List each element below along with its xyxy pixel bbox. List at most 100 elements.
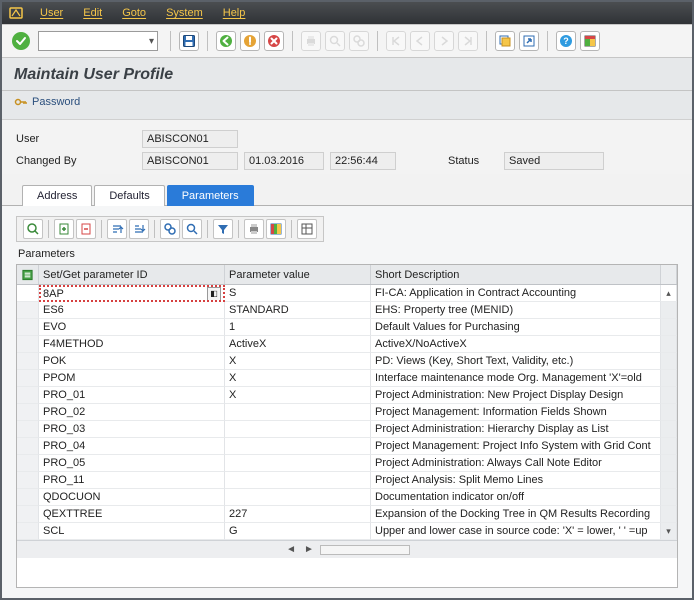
param-id-input[interactable]: 8AP◧ bbox=[39, 285, 225, 302]
scroll-track[interactable] bbox=[661, 438, 677, 455]
sort-asc-button[interactable] bbox=[107, 219, 127, 239]
layout-button[interactable] bbox=[297, 219, 317, 239]
scroll-left-icon[interactable]: ◄ bbox=[284, 544, 298, 555]
menu-goto[interactable]: Goto bbox=[112, 7, 156, 19]
scroll-track[interactable] bbox=[661, 370, 677, 387]
param-value-cell[interactable]: S bbox=[225, 285, 371, 302]
exit-button[interactable] bbox=[240, 31, 260, 51]
menu-edit[interactable]: Edit bbox=[73, 7, 112, 19]
param-id-cell[interactable]: POK bbox=[39, 353, 225, 370]
help-button[interactable]: ? bbox=[556, 31, 576, 51]
scroll-track[interactable] bbox=[661, 506, 677, 523]
row-selector[interactable] bbox=[17, 506, 39, 523]
row-selector[interactable] bbox=[17, 421, 39, 438]
param-value-cell[interactable] bbox=[225, 489, 371, 506]
param-value-cell[interactable] bbox=[225, 472, 371, 489]
filter-button[interactable] bbox=[213, 219, 233, 239]
password-action[interactable]: Password bbox=[2, 91, 692, 120]
param-id-cell[interactable]: PRO_03 bbox=[39, 421, 225, 438]
scroll-track[interactable] bbox=[661, 455, 677, 472]
param-id-cell[interactable]: PRO_04 bbox=[39, 438, 225, 455]
param-value-cell[interactable] bbox=[225, 438, 371, 455]
value-help-icon[interactable]: ◧ bbox=[207, 287, 221, 301]
param-value-cell[interactable]: G bbox=[225, 523, 371, 540]
param-id-cell[interactable]: PPOM bbox=[39, 370, 225, 387]
tab-defaults[interactable]: Defaults bbox=[94, 185, 164, 206]
col-parameter-id[interactable]: Set/Get parameter ID bbox=[39, 265, 225, 284]
param-id-cell[interactable]: F4METHOD bbox=[39, 336, 225, 353]
command-field[interactable]: ▾ bbox=[38, 31, 158, 51]
param-value-cell[interactable] bbox=[225, 404, 371, 421]
param-id-cell[interactable]: EVO bbox=[39, 319, 225, 336]
scroll-track[interactable] bbox=[661, 421, 677, 438]
param-value-cell[interactable]: STANDARD bbox=[225, 302, 371, 319]
param-id-cell[interactable]: SCL bbox=[39, 523, 225, 540]
export-button[interactable] bbox=[266, 219, 286, 239]
scroll-track[interactable] bbox=[661, 472, 677, 489]
scroll-track[interactable] bbox=[661, 387, 677, 404]
scroll-track[interactable] bbox=[320, 545, 410, 555]
param-value-cell[interactable] bbox=[225, 421, 371, 438]
param-value-cell[interactable]: X bbox=[225, 353, 371, 370]
row-selector[interactable] bbox=[17, 353, 39, 370]
row-selector[interactable] bbox=[17, 438, 39, 455]
scroll-down-icon[interactable]: ▾ bbox=[661, 523, 677, 540]
layout-menu-button[interactable] bbox=[580, 31, 600, 51]
row-selector[interactable] bbox=[17, 336, 39, 353]
param-id-cell[interactable]: PRO_05 bbox=[39, 455, 225, 472]
row-selector[interactable] bbox=[17, 302, 39, 319]
param-value-cell[interactable]: X bbox=[225, 387, 371, 404]
col-selector[interactable] bbox=[17, 265, 39, 284]
col-parameter-value[interactable]: Parameter value bbox=[225, 265, 371, 284]
scroll-track[interactable] bbox=[661, 319, 677, 336]
param-value-cell[interactable]: 1 bbox=[225, 319, 371, 336]
col-short-description[interactable]: Short Description bbox=[371, 265, 661, 284]
find-in-table-button[interactable] bbox=[160, 219, 180, 239]
scroll-track[interactable] bbox=[661, 336, 677, 353]
param-id-cell[interactable]: QEXTTREE bbox=[39, 506, 225, 523]
create-shortcut-button[interactable] bbox=[519, 31, 539, 51]
scroll-track[interactable] bbox=[661, 353, 677, 370]
param-value-cell[interactable]: X bbox=[225, 370, 371, 387]
param-id-cell[interactable]: QDOCUON bbox=[39, 489, 225, 506]
row-selector[interactable] bbox=[17, 455, 39, 472]
new-session-button[interactable] bbox=[495, 31, 515, 51]
find-next-in-table-button[interactable] bbox=[182, 219, 202, 239]
scroll-track[interactable] bbox=[661, 489, 677, 506]
row-selector[interactable] bbox=[17, 404, 39, 421]
row-selector[interactable] bbox=[17, 489, 39, 506]
print-table-button[interactable] bbox=[244, 219, 264, 239]
scroll-right-icon[interactable]: ► bbox=[302, 544, 316, 555]
details-button[interactable] bbox=[23, 219, 43, 239]
scroll-track[interactable] bbox=[661, 302, 677, 319]
cancel-button[interactable] bbox=[264, 31, 284, 51]
row-selector[interactable] bbox=[17, 285, 39, 302]
param-desc-cell: Project Administration: Hierarchy Displa… bbox=[371, 421, 661, 438]
sort-desc-button[interactable] bbox=[129, 219, 149, 239]
param-id-cell[interactable]: PRO_11 bbox=[39, 472, 225, 489]
tab-address[interactable]: Address bbox=[22, 185, 92, 206]
param-id-cell[interactable]: PRO_02 bbox=[39, 404, 225, 421]
scroll-track[interactable] bbox=[661, 404, 677, 421]
save-button[interactable] bbox=[179, 31, 199, 51]
param-id-cell[interactable]: PRO_01 bbox=[39, 387, 225, 404]
row-selector[interactable] bbox=[17, 523, 39, 540]
enter-icon[interactable] bbox=[12, 32, 30, 50]
back-button[interactable] bbox=[216, 31, 236, 51]
delete-row-button[interactable] bbox=[76, 219, 96, 239]
tab-parameters[interactable]: Parameters bbox=[167, 185, 254, 206]
param-value-cell[interactable] bbox=[225, 455, 371, 472]
scroll-up-icon[interactable]: ▴ bbox=[661, 285, 677, 302]
param-id-cell[interactable]: ES6 bbox=[39, 302, 225, 319]
row-selector[interactable] bbox=[17, 319, 39, 336]
param-value-cell[interactable]: 227 bbox=[225, 506, 371, 523]
menu-help[interactable]: Help bbox=[213, 7, 256, 19]
row-selector[interactable] bbox=[17, 387, 39, 404]
param-value-cell[interactable]: ActiveX bbox=[225, 336, 371, 353]
menu-system[interactable]: System bbox=[156, 7, 213, 19]
menu-user[interactable]: User bbox=[30, 7, 73, 19]
row-selector[interactable] bbox=[17, 472, 39, 489]
horizontal-scrollbar[interactable]: ◄ ► bbox=[17, 540, 677, 558]
insert-row-button[interactable] bbox=[54, 219, 74, 239]
row-selector[interactable] bbox=[17, 370, 39, 387]
